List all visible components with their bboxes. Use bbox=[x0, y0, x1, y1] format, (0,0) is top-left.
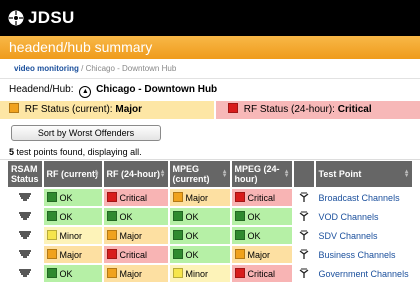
table-row[interactable]: Major Critical OK Major Business Channels bbox=[8, 246, 412, 263]
results-count: 5 test points found, displaying all. bbox=[0, 145, 420, 160]
mpeg-current-cell: Minor bbox=[169, 265, 230, 282]
rsam-icon[interactable] bbox=[8, 189, 42, 206]
col-rf-24h[interactable]: RF (24-hour) ▲ ▼ bbox=[103, 161, 168, 187]
rf-status-24h: RF Status (24-hour): Critical bbox=[216, 101, 420, 119]
page-title: headend/hub summary bbox=[0, 36, 420, 59]
mpeg-24h-cell: OK bbox=[231, 227, 292, 244]
test-point-link[interactable]: Broadcast Channels bbox=[315, 189, 412, 206]
rsam-icon[interactable] bbox=[8, 208, 42, 225]
mpeg-24h-cell: Major bbox=[231, 246, 292, 263]
col-mpeg-current[interactable]: MPEG (current) ▲ ▼ bbox=[169, 161, 230, 187]
status-square-icon bbox=[172, 230, 183, 240]
rf-current-cell: Major bbox=[43, 246, 102, 263]
rf-status-current: RF Status (current): Major bbox=[0, 101, 214, 119]
mpeg-24h-cell: Critical bbox=[231, 265, 292, 282]
test-point-link[interactable]: Government Channels bbox=[315, 265, 412, 282]
table-row[interactable]: OK Major Minor Critical Government Channels bbox=[8, 265, 412, 282]
antenna-icon bbox=[293, 208, 314, 225]
mpeg-24h-cell: OK bbox=[231, 208, 292, 225]
status-square-icon bbox=[106, 230, 117, 240]
status-square-icon bbox=[9, 103, 19, 113]
rsam-icon[interactable] bbox=[8, 246, 42, 263]
antenna-icon bbox=[293, 189, 314, 206]
rsam-icon[interactable] bbox=[8, 227, 42, 244]
col-rf-current[interactable]: RF (current) ▲ ▼ bbox=[43, 161, 102, 187]
table-header-row: RSAM Status RF (current) ▲ ▼ RF (24-hour) ▲… bbox=[8, 161, 412, 187]
rf-status-24h-value: Critical bbox=[337, 104, 372, 115]
test-point-link[interactable]: SDV Channels bbox=[315, 227, 412, 244]
test-point-link[interactable]: VOD Channels bbox=[315, 208, 412, 225]
status-square-icon bbox=[234, 211, 245, 221]
mpeg-24h-cell: Critical bbox=[231, 189, 292, 206]
rf-24h-cell: OK bbox=[103, 208, 168, 225]
col-test-point[interactable]: Test Point ▲ ▼ bbox=[315, 161, 412, 187]
results-count-number: 5 bbox=[9, 147, 15, 157]
col-mpeg-24h[interactable]: MPEG (24-hour) ▲ ▼ bbox=[231, 161, 292, 187]
status-square-icon bbox=[106, 249, 117, 259]
col-test-point-icon bbox=[293, 161, 314, 187]
test-point-link[interactable]: Business Channels bbox=[315, 246, 412, 263]
antenna-icon bbox=[293, 246, 314, 263]
rf-24h-cell: Major bbox=[103, 227, 168, 244]
status-square-icon bbox=[46, 268, 57, 278]
mpeg-current-cell: OK bbox=[169, 246, 230, 263]
rf-current-cell: Minor bbox=[43, 227, 102, 244]
antenna-icon bbox=[293, 227, 314, 244]
mpeg-current-cell: Major bbox=[169, 189, 230, 206]
status-square-icon bbox=[234, 249, 245, 259]
breadcrumb-link-video-monitoring[interactable]: video monitoring bbox=[14, 64, 79, 73]
table-row[interactable]: OK Critical Major Critical Broadcast Channel… bbox=[8, 189, 412, 206]
rf-status-24h-label: RF Status (24-hour): bbox=[243, 104, 335, 115]
rf-status-current-label: RF Status (current): bbox=[24, 104, 113, 115]
col-rsam-status[interactable]: RSAM Status bbox=[8, 161, 42, 187]
rf-current-cell: OK bbox=[43, 265, 102, 282]
mpeg-current-cell: OK bbox=[169, 227, 230, 244]
antenna-icon bbox=[293, 265, 314, 282]
rf-current-cell: OK bbox=[43, 189, 102, 206]
status-square-icon bbox=[46, 192, 57, 202]
hub-icon: ▲ bbox=[79, 86, 92, 98]
sort-worst-offenders-button[interactable]: Sort by Worst Offenders bbox=[11, 125, 161, 141]
breadcrumb-separator: / bbox=[78, 64, 86, 73]
status-square-icon bbox=[106, 211, 117, 221]
breadcrumb: video monitoring / Chicago - Downtown Hu… bbox=[0, 59, 420, 79]
hub-label: Headend/Hub: bbox=[9, 84, 74, 95]
rf-24h-cell: Major bbox=[103, 265, 168, 282]
hub-name: Chicago - Downtown Hub bbox=[96, 84, 218, 95]
brand-name: JDSU bbox=[28, 8, 75, 27]
status-square-icon bbox=[172, 211, 183, 221]
rf-24h-cell: Critical bbox=[103, 246, 168, 263]
status-square-icon bbox=[234, 192, 245, 202]
table-row[interactable]: OK OK OK OK VOD Channels bbox=[8, 208, 412, 225]
rf-current-cell: OK bbox=[43, 208, 102, 225]
jdsu-logo[interactable]: JDSU bbox=[8, 8, 75, 28]
hub-row: Headend/Hub: ▲ Chicago - Downtown Hub bbox=[0, 81, 420, 99]
rf-24h-cell: Critical bbox=[103, 189, 168, 206]
status-square-icon bbox=[172, 192, 183, 202]
status-square-icon bbox=[172, 268, 183, 278]
status-square-icon bbox=[46, 230, 57, 240]
table-row[interactable]: Minor Major OK OK SDV Channels bbox=[8, 227, 412, 244]
results-count-text: test points found, displaying all. bbox=[16, 147, 142, 157]
rsam-icon[interactable] bbox=[8, 265, 42, 282]
status-square-icon bbox=[46, 211, 57, 221]
rf-status-row: RF Status (current): Major RF Status (24… bbox=[0, 101, 420, 119]
status-square-icon bbox=[46, 249, 57, 259]
status-square-icon bbox=[228, 103, 238, 113]
breadcrumb-current: Chicago - Downtown Hub bbox=[85, 64, 177, 73]
rf-status-current-value: Major bbox=[115, 104, 143, 115]
top-bar: JDSU bbox=[0, 0, 420, 36]
status-square-icon bbox=[106, 268, 117, 278]
mpeg-current-cell: OK bbox=[169, 208, 230, 225]
sort-wrap: Sort by Worst Offenders bbox=[0, 119, 420, 145]
status-square-icon bbox=[234, 268, 245, 278]
test-points-table: RSAM Status RF (current) ▲ ▼ RF (24-hour) ▲… bbox=[6, 159, 414, 284]
status-square-icon bbox=[172, 249, 183, 259]
status-square-icon bbox=[106, 192, 117, 202]
status-square-icon bbox=[234, 230, 245, 240]
jdsu-logo-icon bbox=[8, 10, 24, 26]
